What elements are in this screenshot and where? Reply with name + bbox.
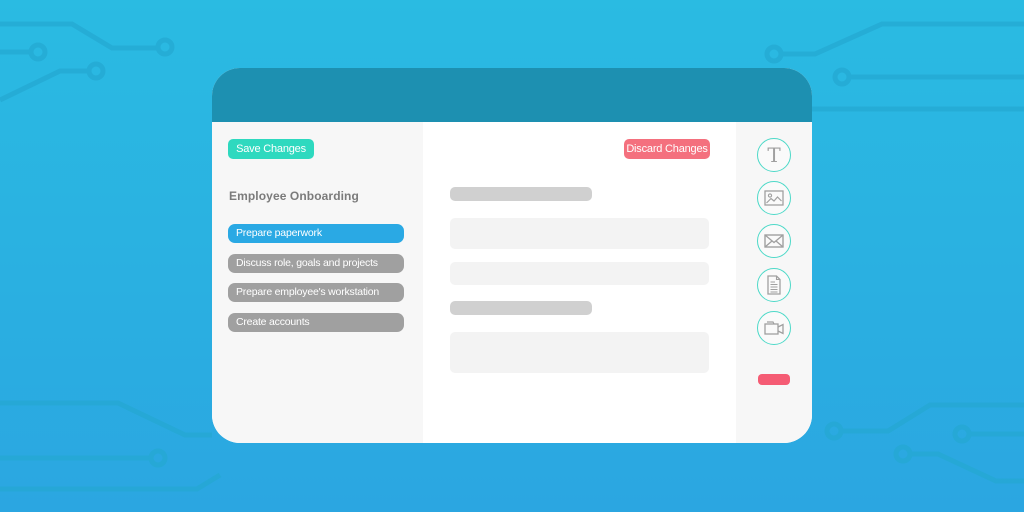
circuit-trace [780, 21, 1024, 57]
add-video-button[interactable] [757, 311, 791, 345]
circuit-node [824, 421, 844, 441]
video-icon [764, 321, 784, 335]
left-sidebar: Save Changes Employee Onboarding Prepare… [212, 122, 423, 443]
document-icon [767, 275, 781, 295]
input-field-placeholder[interactable] [450, 262, 709, 285]
circuit-node [893, 444, 913, 464]
circuit-node [832, 67, 852, 87]
workflow-title: Employee Onboarding [229, 189, 359, 203]
text-icon: T [767, 144, 781, 166]
input-field-placeholder[interactable] [450, 218, 709, 249]
textarea-placeholder[interactable] [450, 332, 709, 373]
step-item-create-accounts[interactable]: Create accounts [228, 312, 404, 332]
delete-block-button[interactable] [758, 374, 790, 385]
circuit-trace [0, 472, 222, 492]
circuit-node [155, 37, 175, 57]
content-editor: Discard Changes [423, 122, 736, 443]
field-label-placeholder [450, 187, 592, 201]
image-icon [764, 190, 784, 206]
step-item-prepare-paperwork[interactable]: Prepare paperwork [228, 224, 404, 243]
step-item-prepare-workstation[interactable]: Prepare employee's workstation [228, 283, 404, 302]
circuit-node [148, 448, 168, 468]
add-image-button[interactable] [757, 181, 791, 215]
discard-changes-button[interactable]: Discard Changes [624, 139, 710, 159]
circuit-trace [0, 400, 212, 438]
save-changes-button[interactable]: Save Changes [228, 139, 314, 159]
window-header [212, 68, 812, 122]
circuit-node [952, 424, 972, 444]
circuit-trace [842, 402, 1024, 434]
circuit-node [28, 42, 48, 62]
circuit-trace [0, 68, 88, 103]
email-icon [764, 234, 784, 248]
step-item-discuss-role[interactable]: Discuss role, goals and projects [228, 253, 404, 273]
circuit-node [86, 61, 106, 81]
step-list: Prepare paperwork Discuss role, goals an… [228, 224, 404, 342]
field-label-placeholder [450, 301, 592, 315]
circuit-trace [911, 451, 1024, 484]
add-document-button[interactable] [757, 268, 791, 302]
tools-panel: T [736, 122, 812, 443]
editor-window: Save Changes Employee Onboarding Prepare… [212, 68, 812, 443]
circuit-trace [0, 21, 158, 51]
add-email-button[interactable] [757, 224, 791, 258]
circuit-node [764, 44, 784, 64]
add-text-button[interactable]: T [757, 138, 791, 172]
svg-text:T: T [767, 144, 781, 166]
